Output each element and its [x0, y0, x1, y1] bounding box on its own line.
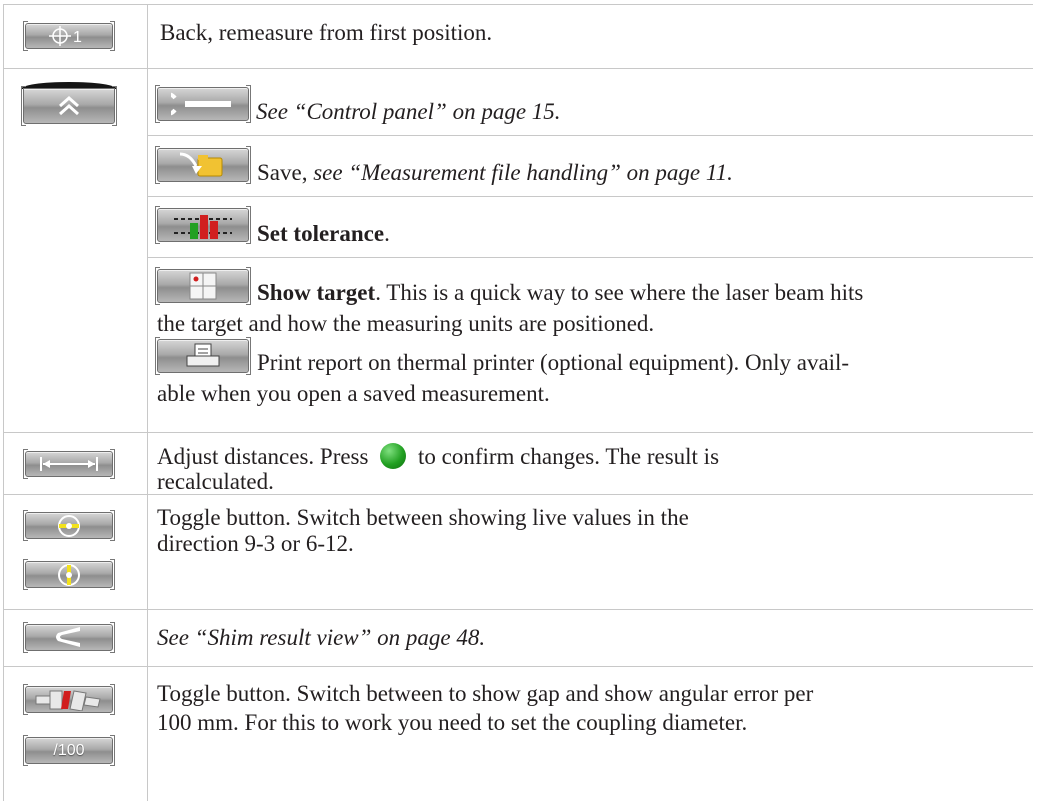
angular-error-button[interactable]: /100 [23, 735, 115, 766]
double-chevron-up-icon [59, 95, 79, 116]
target-icon [189, 272, 217, 300]
shim-result-reference: See “Shim result view” on page 48. [157, 625, 486, 650]
adjust-distances-text-b: to confirm changes. The result is [412, 444, 720, 469]
print-report-line1: Print report on thermal printer (optiona… [257, 350, 850, 375]
print-report-line2: able when you open a saved measurement. [157, 381, 550, 406]
print-report-button[interactable] [155, 337, 251, 375]
svg-text:1: 1 [73, 29, 82, 46]
save-reference: see “Measurement file handling” on page … [313, 160, 733, 185]
show-gap-button[interactable] [23, 684, 115, 715]
show-target-label: Show target [257, 280, 376, 305]
save-button[interactable] [155, 146, 251, 184]
table-border-left [3, 4, 4, 801]
row-divider [3, 432, 1033, 433]
set-tolerance-description: Set tolerance. [257, 218, 390, 249]
set-tolerance-tail: . [384, 221, 390, 246]
shim-result-button[interactable] [23, 622, 115, 653]
expand-menu-button[interactable] [21, 86, 117, 126]
distance-arrows-icon [40, 457, 98, 471]
tolerance-bars-icon [174, 215, 232, 239]
show-target-line1: Show target. This is a quick way to see … [257, 277, 863, 308]
show-target-button[interactable] [155, 267, 251, 305]
sub-row-divider [148, 196, 1033, 197]
remeasure-button[interactable]: 1 [23, 21, 115, 51]
save-folder-icon [179, 152, 223, 177]
printer-icon [186, 343, 220, 367]
table-column-divider [147, 4, 148, 801]
toggle-live-values-line2: direction 9-3 or 6-12. [157, 531, 354, 556]
toggle-gap-line1: Toggle button. Switch between to show ga… [157, 681, 814, 706]
sub-row-divider [148, 135, 1033, 136]
save-label: Save, [257, 160, 314, 185]
set-tolerance-label: Set tolerance [257, 221, 385, 246]
shim-icon [56, 626, 80, 647]
toggle-gap-line2: 100 mm. For this to work you need to set… [157, 710, 748, 735]
coupling-gap-icon [35, 689, 101, 711]
control-panel-reference: See “Control panel” on page 15. [256, 99, 561, 124]
angular-error-button-label: /100 [53, 741, 85, 759]
live-values-6-12-button[interactable] [23, 559, 115, 590]
show-target-line2: the target and how the measuring units a… [157, 311, 655, 336]
row-divider [3, 68, 1033, 69]
row-divider [3, 666, 1033, 667]
control-panel-button[interactable] [155, 85, 251, 123]
row-divider [3, 4, 1033, 5]
direction-9-3-icon [58, 514, 80, 537]
show-target-tail: . This is a quick way to see where the l… [375, 280, 864, 305]
row-divider [3, 609, 1033, 610]
set-tolerance-button[interactable] [155, 206, 251, 244]
adjust-distances-line2: recalculated. [157, 469, 274, 494]
remeasure-description: Back, remeasure from first position. [160, 20, 493, 45]
live-values-9-3-button[interactable] [23, 510, 115, 541]
crosshair-icon: 1 [49, 26, 82, 46]
manual-page: 1 Back, remeasure from first position. S… [0, 0, 1041, 801]
direction-6-12-icon [58, 563, 80, 586]
adjust-distances-button[interactable] [23, 449, 115, 479]
confirm-green-button-icon [380, 443, 407, 469]
sub-row-divider [148, 257, 1033, 258]
save-description: Save, see “Measurement file handling” on… [257, 157, 733, 188]
wrench-icon [171, 92, 231, 116]
